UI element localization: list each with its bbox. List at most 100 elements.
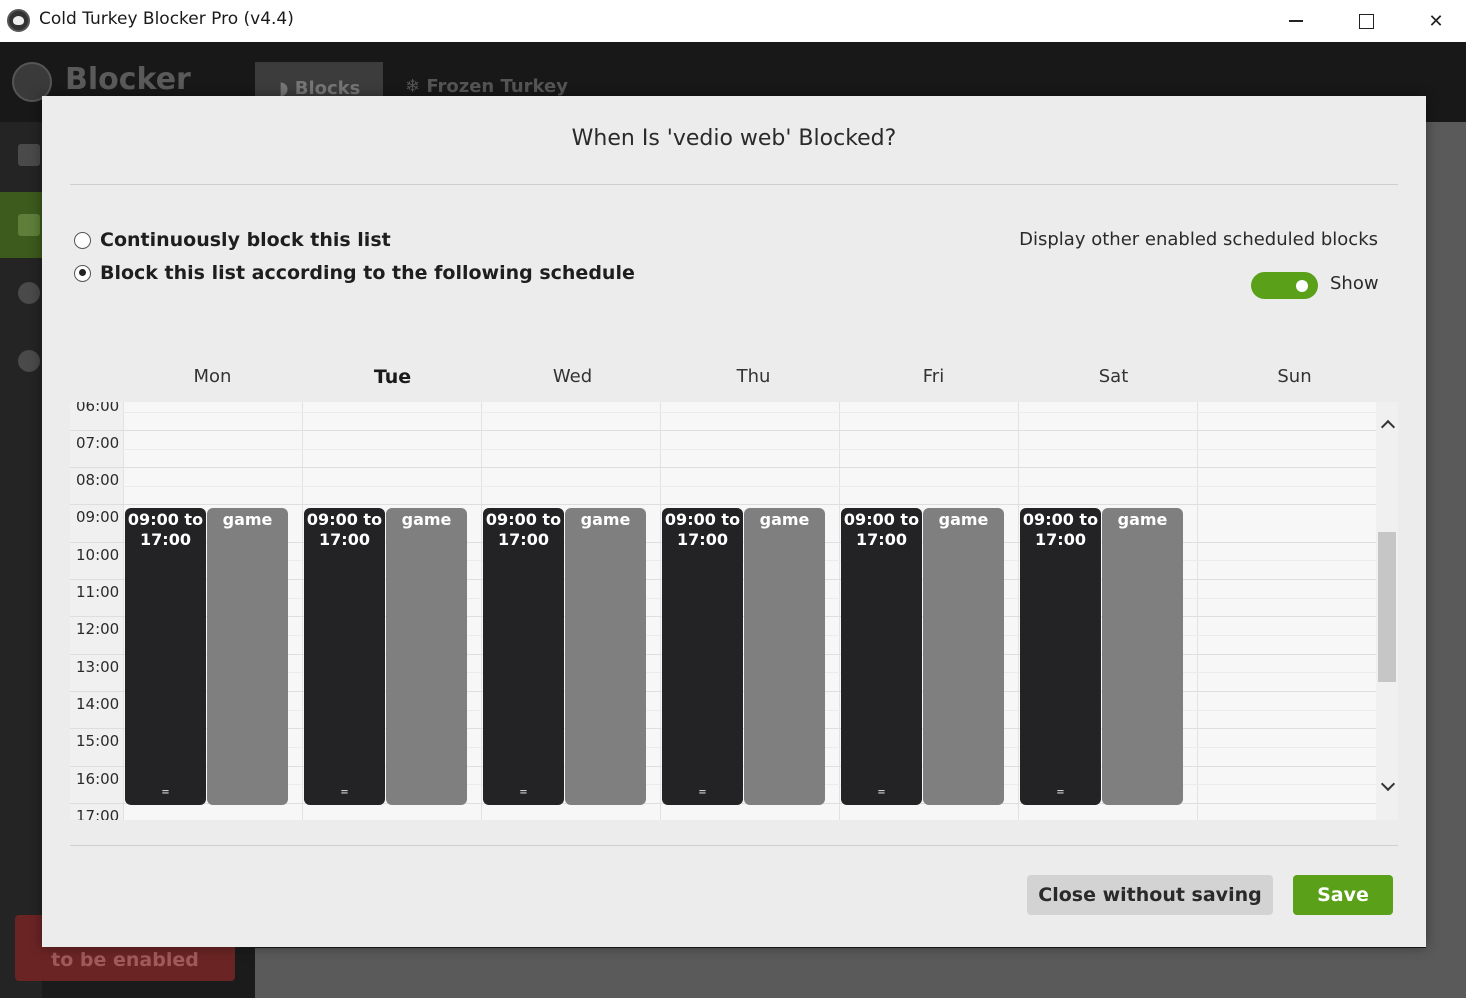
pie-chart-icon — [18, 282, 40, 304]
half-hour-line — [123, 449, 1376, 450]
block-time-start: 09:00 to — [306, 510, 383, 529]
time-label: 16:00 — [76, 770, 120, 788]
other-block-thu: game — [744, 508, 825, 805]
radio-continuous[interactable] — [74, 231, 91, 249]
display-other-label: Display other enabled scheduled blocks — [1019, 229, 1378, 250]
block-time-end: 17:00 — [677, 530, 728, 549]
block-time-start: 09:00 to — [127, 510, 204, 529]
save-button[interactable]: Save — [1293, 875, 1393, 915]
calendar-scrollbar[interactable] — [1376, 402, 1398, 820]
close-without-saving-button[interactable]: Close without saving — [1027, 875, 1273, 915]
other-block-mon: game — [207, 508, 288, 805]
block-time-start: 09:00 to — [664, 510, 741, 529]
hour-line — [70, 430, 1376, 431]
dialog-title: When Is 'vedio web' Blocked? — [571, 126, 897, 151]
show-toggle[interactable] — [1251, 272, 1318, 299]
resize-grip-icon[interactable]: = — [662, 783, 743, 803]
time-column: 06:00 07:00 08:00 09:00 10:00 11:00 12:0… — [70, 402, 123, 820]
block-time-end: 17:00 — [1035, 530, 1086, 549]
chevron-down-icon[interactable] — [1379, 778, 1395, 794]
sidebar — [0, 122, 42, 998]
option-schedule-label: Block this list according to the followi… — [100, 262, 635, 284]
show-label: Show — [1330, 273, 1379, 294]
toggle-knob — [1296, 280, 1308, 292]
other-block-sat: game — [1102, 508, 1183, 805]
window-title: Cold Turkey Blocker Pro (v4.4) — [39, 9, 294, 29]
schedule-dialog: When Is 'vedio web' Blocked? Continuousl… — [42, 96, 1426, 947]
day-header-tue: Tue — [373, 366, 412, 388]
day-header-mon: Mon — [193, 366, 232, 387]
block-time-end: 17:00 — [140, 530, 191, 549]
block-time-end: 17:00 — [319, 530, 370, 549]
half-hour-line — [123, 412, 1376, 413]
day-header-fri: Fri — [922, 366, 945, 387]
other-block-wed: game — [565, 508, 646, 805]
minimize-icon[interactable] — [1262, 0, 1330, 42]
resize-grip-icon[interactable]: = — [483, 783, 564, 803]
time-label: 17:00 — [76, 807, 120, 820]
chevron-up-icon[interactable] — [1379, 416, 1395, 432]
time-label: 09:00 — [76, 508, 120, 526]
block-time-start: 09:00 to — [1022, 510, 1099, 529]
option-continuous[interactable]: Continuously block this list — [74, 229, 391, 251]
calendar-grid[interactable]: 06:00 07:00 08:00 09:00 10:00 11:00 12:0… — [70, 402, 1398, 820]
time-label: 13:00 — [76, 658, 120, 676]
block-time-end: 17:00 — [856, 530, 907, 549]
schedule-block-fri[interactable]: 09:00 to 17:00 = — [841, 508, 922, 805]
sidebar-item-blocks[interactable] — [0, 192, 42, 258]
time-label: 11:00 — [76, 583, 120, 601]
schedule-block-mon[interactable]: 09:00 to 17:00 = — [125, 508, 206, 805]
block-time-start: 09:00 to — [485, 510, 562, 529]
hour-line — [70, 504, 1376, 505]
time-label: 06:00 — [76, 402, 120, 415]
option-schedule[interactable]: Block this list according to the followi… — [74, 262, 635, 284]
time-label: 10:00 — [76, 546, 120, 564]
background-panel — [1426, 122, 1466, 998]
title-bar: Cold Turkey Blocker Pro (v4.4) ✕ — [0, 0, 1466, 42]
tab-frozen-label: Frozen Turkey — [426, 76, 568, 97]
schedule-block-wed[interactable]: 09:00 to 17:00 = — [483, 508, 564, 805]
close-icon[interactable]: ✕ — [1402, 0, 1466, 42]
divider — [70, 845, 1398, 846]
shield-icon — [18, 214, 40, 236]
time-label: 14:00 — [76, 695, 120, 713]
app-logo-icon — [7, 9, 30, 32]
schedule-block-sat[interactable]: 09:00 to 17:00 = — [1020, 508, 1101, 805]
app-brand: Blocker — [65, 62, 191, 97]
day-header-sat: Sat — [1098, 366, 1129, 387]
day-column-sun[interactable] — [1197, 402, 1376, 820]
scrollbar-thumb[interactable] — [1378, 532, 1396, 682]
divider — [70, 184, 1398, 185]
snowflake-icon: ❄ — [405, 76, 427, 97]
day-header-sun: Sun — [1277, 366, 1312, 387]
half-hour-line — [123, 486, 1376, 487]
resize-grip-icon[interactable]: = — [1020, 783, 1101, 803]
other-block-tue: game — [386, 508, 467, 805]
time-label: 12:00 — [76, 620, 120, 638]
resize-grip-icon[interactable]: = — [125, 783, 206, 803]
list-icon — [18, 144, 40, 166]
time-label: 08:00 — [76, 471, 120, 489]
time-label: 07:00 — [76, 434, 120, 452]
sidebar-item-stats[interactable] — [0, 262, 42, 328]
radio-schedule[interactable] — [74, 264, 91, 282]
day-header-wed: Wed — [552, 366, 593, 387]
resize-grip-icon[interactable]: = — [304, 783, 385, 803]
time-label: 15:00 — [76, 732, 120, 750]
schedule-block-tue[interactable]: 09:00 to 17:00 = — [304, 508, 385, 805]
tab-frozen-turkey[interactable]: ❄ Frozen Turkey — [405, 76, 568, 97]
background-panel-bottom — [255, 948, 1466, 998]
other-block-fri: game — [923, 508, 1004, 805]
calendar-header: Mon Tue Wed Thu Fri Sat Sun — [123, 366, 1397, 402]
hour-line — [70, 467, 1376, 468]
block-time-start: 09:00 to — [843, 510, 920, 529]
sidebar-item-list[interactable] — [0, 122, 42, 188]
schedule-block-thu[interactable]: 09:00 to 17:00 = — [662, 508, 743, 805]
block-time-end: 17:00 — [498, 530, 549, 549]
gear-icon — [18, 350, 40, 372]
option-continuous-label: Continuously block this list — [100, 229, 391, 251]
resize-grip-icon[interactable]: = — [841, 783, 922, 803]
maximize-icon[interactable] — [1332, 0, 1400, 42]
sidebar-item-settings[interactable] — [0, 332, 42, 398]
day-header-thu: Thu — [736, 366, 771, 387]
